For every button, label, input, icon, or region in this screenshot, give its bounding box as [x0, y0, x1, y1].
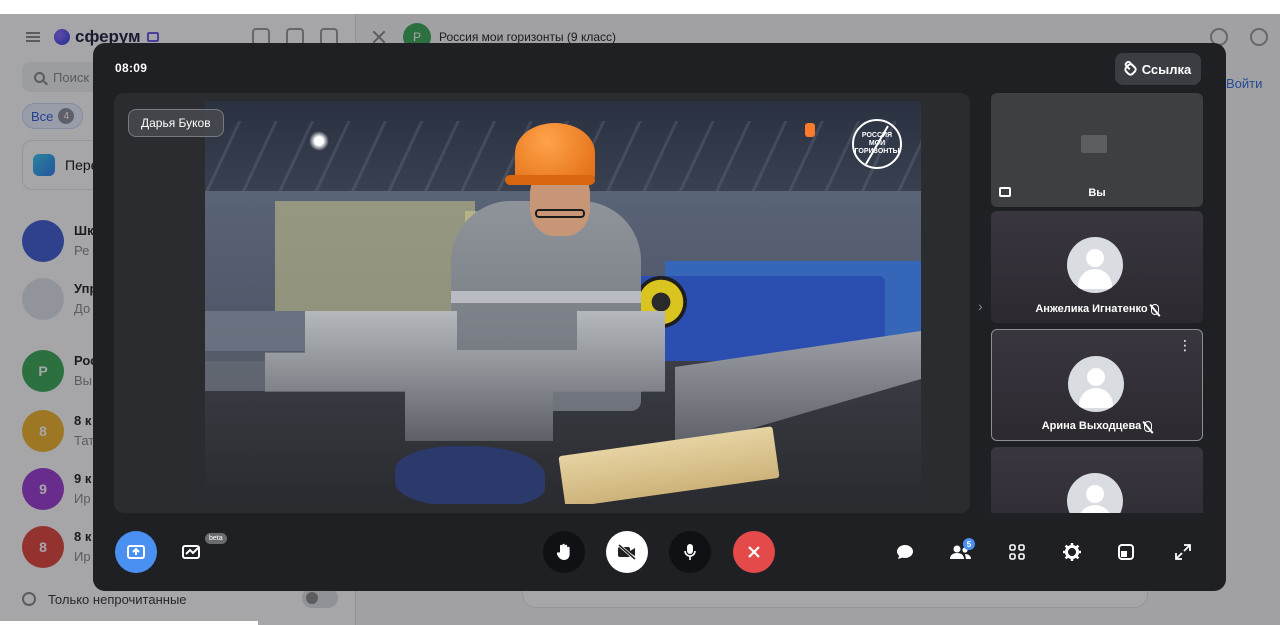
microphone-button[interactable] — [669, 531, 711, 573]
participant-tile[interactable]: Анжелика Игнатенко — [991, 211, 1203, 323]
bottom-bar — [0, 621, 258, 625]
chevron-right-icon[interactable]: › — [978, 298, 983, 314]
raise-hand-button[interactable] — [543, 531, 585, 573]
more-options-icon[interactable]: ⋮ — [1178, 338, 1192, 352]
close-icon — [748, 546, 760, 558]
video-reflective-stripe — [451, 291, 641, 303]
main-video-stage[interactable]: Дарья Буков РОССИЯ МОИ ГОРИЗОНТЫ — [114, 93, 970, 513]
settings-button[interactable] — [1060, 540, 1084, 564]
call-timer: 08:09 — [115, 61, 148, 75]
mic-off-icon — [1144, 420, 1153, 432]
screen-preview — [1081, 135, 1107, 153]
copy-link-label: Ссылка — [1141, 61, 1192, 77]
video-ceiling-light — [309, 131, 329, 151]
chat-icon — [897, 545, 913, 559]
end-call-button[interactable] — [733, 531, 775, 573]
video-cloth — [395, 446, 545, 504]
avatar — [1067, 237, 1123, 293]
grid-view-button[interactable] — [1005, 540, 1029, 564]
participant-tile[interactable] — [991, 447, 1203, 513]
screen-share-button[interactable] — [115, 531, 157, 573]
beta-badge: beta — [205, 533, 227, 544]
layout-icon — [1118, 544, 1134, 560]
watermark-logo: РОССИЯ МОИ ГОРИЗОНТЫ — [852, 119, 902, 169]
expand-icon — [1175, 544, 1191, 560]
participant-name: Анжелика Игнатенко — [991, 303, 1203, 315]
video-safety-glasses — [535, 209, 585, 218]
video-hard-hat — [515, 123, 595, 183]
participant-tile-active[interactable]: ⋮ Арина Выходцева — [991, 329, 1203, 441]
mic-off-icon — [1150, 303, 1159, 315]
screen-share-icon — [127, 545, 145, 559]
link-icon — [1122, 61, 1138, 77]
call-controls: beta 5 — [93, 531, 1226, 575]
video-warning-light — [805, 123, 815, 137]
microphone-icon — [684, 544, 696, 560]
camera-off-icon — [618, 544, 636, 560]
avatar — [1067, 473, 1123, 513]
video-call-window: 08:09 Ссылка Дарья Буков РОССИЯ МОИ ГОРИ… — [93, 43, 1226, 591]
participants-strip: Вы Анжелика Игнатенко ⋮ Арина Выходцева — [991, 93, 1203, 513]
chat-button[interactable] — [893, 540, 917, 564]
shared-video-frame: РОССИЯ МОИ ГОРИЗОНТЫ — [205, 101, 921, 504]
participant-tile-self[interactable]: Вы — [991, 93, 1203, 207]
whiteboard-button[interactable] — [180, 540, 204, 564]
hand-icon — [556, 543, 570, 560]
video-window — [275, 201, 475, 311]
copy-link-button[interactable]: Ссылка — [1115, 53, 1201, 85]
speaker-name-tag: Дарья Буков — [128, 109, 224, 137]
layout-button[interactable] — [1114, 540, 1138, 564]
camera-toggle-button[interactable] — [606, 531, 648, 573]
top-strip — [0, 0, 1280, 14]
fullscreen-button[interactable] — [1171, 540, 1195, 564]
avatar — [1068, 356, 1124, 412]
participant-name: Арина Выходцева — [992, 420, 1202, 432]
whiteboard-icon — [182, 545, 200, 559]
participant-name: Вы — [1088, 187, 1106, 199]
gear-icon — [1063, 543, 1081, 561]
participants-count-badge: 5 — [963, 538, 975, 550]
grid-icon — [1009, 544, 1025, 560]
video-hard-hat-brim — [505, 175, 595, 185]
